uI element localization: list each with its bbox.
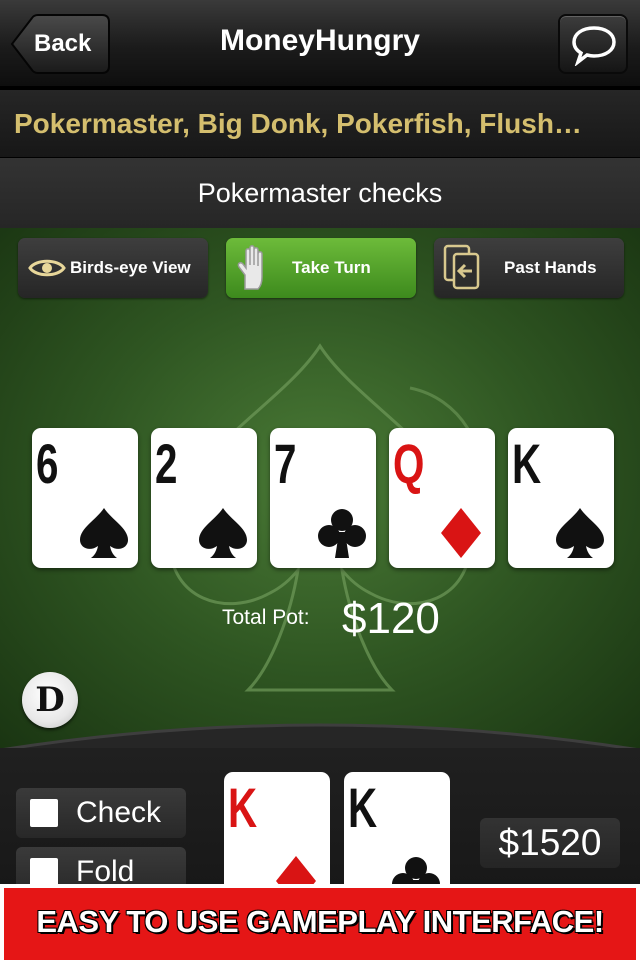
community-card: 7	[270, 428, 376, 568]
promo-banner: EASY TO USE GAMEPLAY INTERFACE!	[0, 884, 640, 960]
community-card: 6	[32, 428, 138, 568]
promo-text: EASY TO USE GAMEPLAY INTERFACE!	[36, 904, 604, 939]
status-text: Pokermaster checks	[197, 178, 443, 208]
spade-suit-icon	[556, 508, 604, 558]
club-suit-icon	[318, 509, 366, 558]
check-option[interactable]: Check	[16, 788, 186, 838]
card-rank: 7	[274, 432, 297, 495]
poker-table: Birds-eye View Take Turn Past Hands 6 2 …	[0, 228, 640, 748]
spade-suit-icon	[80, 508, 128, 558]
chat-button[interactable]	[558, 14, 628, 74]
page-title: MoneyHungry	[219, 24, 420, 57]
player-stack: $1520	[480, 818, 620, 868]
back-label: Back	[34, 30, 92, 57]
take-turn-button[interactable]: Take Turn	[226, 238, 416, 298]
card-rank: K	[228, 776, 258, 839]
spade-suit-icon	[199, 508, 247, 558]
navigation-bar: Back MoneyHungry	[0, 0, 640, 88]
check-checkbox[interactable]	[30, 799, 58, 827]
total-pot-label: Total Pot:	[222, 606, 310, 629]
community-card: K	[508, 428, 614, 568]
community-card: Q	[389, 428, 495, 568]
back-button[interactable]: Back	[10, 14, 110, 74]
take-turn-label: Take Turn	[292, 258, 371, 277]
past-hands-icon	[443, 244, 480, 290]
card-rank: 2	[155, 432, 178, 495]
eye-icon	[28, 259, 66, 277]
total-pot-value: $120	[342, 594, 440, 643]
birds-eye-view-button[interactable]: Birds-eye View	[18, 238, 208, 298]
players-bar: Pokermaster, Big Donk, Pokerfish, Flush…	[0, 90, 640, 158]
player-names: Pokermaster, Big Donk, Pokerfish, Flush…	[14, 108, 582, 139]
card-rank: Q	[393, 432, 425, 495]
chat-bubble-icon	[572, 26, 616, 66]
past-hands-button[interactable]: Past Hands	[434, 238, 624, 298]
player-stack-value: $1520	[498, 822, 602, 863]
fold-checkbox[interactable]	[30, 858, 58, 886]
card-rank: 6	[36, 432, 59, 495]
card-rank: K	[348, 776, 378, 839]
check-label: Check	[76, 796, 162, 829]
card-rank: K	[512, 432, 542, 495]
past-hands-label: Past Hands	[504, 258, 597, 277]
diamond-suit-icon	[441, 508, 481, 558]
community-card: 2	[151, 428, 257, 568]
hand-icon	[237, 245, 263, 290]
birds-eye-view-label: Birds-eye View	[70, 258, 191, 277]
status-bar: Pokermaster checks	[0, 158, 640, 228]
